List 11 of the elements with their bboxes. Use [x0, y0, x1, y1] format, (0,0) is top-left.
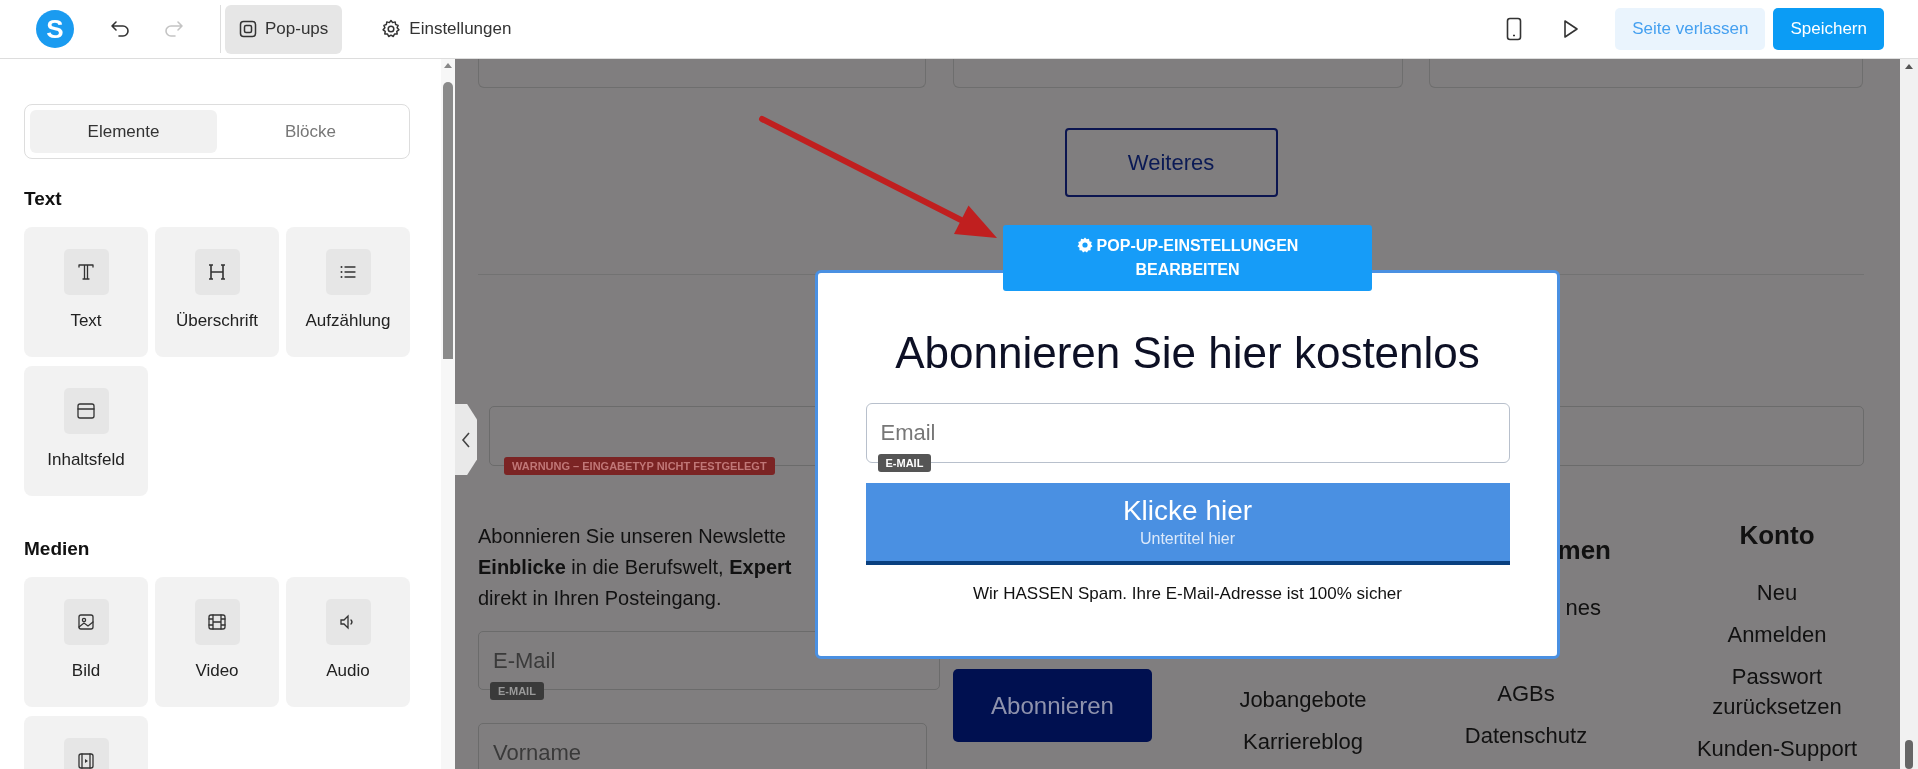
section-heading: Text [24, 188, 63, 210]
field-type-badge: E-MAIL [490, 682, 544, 700]
intro-paragraph: Abonnieren Sie unseren Newslette Einblicke in die Berufswelt, Expert direkt in Ihren Posteingang. [478, 524, 793, 611]
popup-title: Abonnieren Sie hier kostenlos [895, 327, 1480, 379]
field-type-badge: E-MAIL [877, 454, 932, 472]
logo: S [36, 10, 74, 48]
warning-badge: WARNUNG – EINGABETYP NICHT FESTGELEGT [504, 457, 775, 475]
popup-note: Wir HASSEN Spam. Ihre E-Mail-Adresse ist 100% sicher [973, 583, 1402, 605]
footer-heading: men [1556, 534, 1612, 566]
footer-heading: Konto [1738, 519, 1816, 551]
section-heading: Medien [24, 538, 91, 560]
